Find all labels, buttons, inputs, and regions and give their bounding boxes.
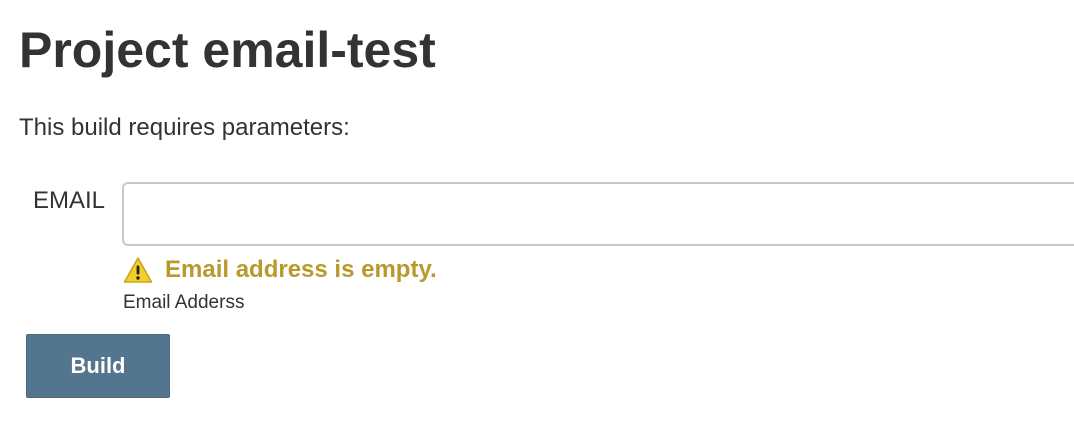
parameters-intro-text: This build requires parameters:: [19, 114, 350, 141]
build-parameters-page: Project email-test This build requires p…: [0, 0, 1074, 440]
email-parameter-label: EMAIL: [33, 187, 106, 214]
email-parameter-description: Email Adderss: [123, 292, 245, 313]
page-title: Project email-test: [19, 22, 436, 78]
warning-triangle-icon: [123, 256, 153, 284]
build-button[interactable]: Build: [26, 334, 170, 398]
warning-message: Email address is empty.: [165, 256, 437, 283]
email-input[interactable]: [122, 182, 1074, 246]
email-validation-warning: Email address is empty.: [123, 255, 437, 285]
